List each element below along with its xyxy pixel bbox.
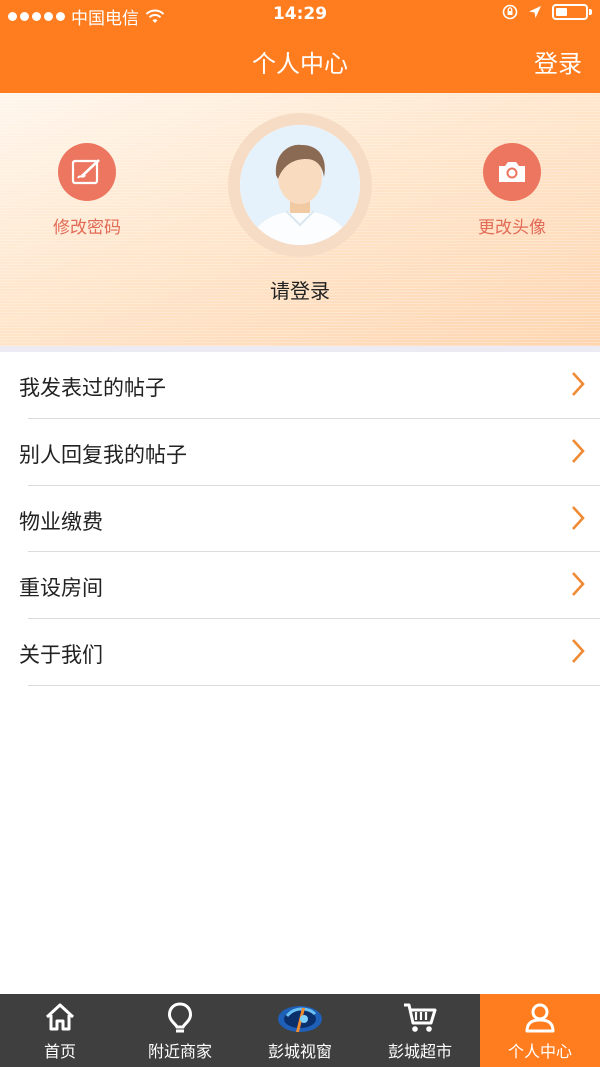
user-icon <box>525 1003 555 1033</box>
tab-label: 彭城超市 <box>387 1042 452 1061</box>
tab-nearby-merchants[interactable]: 附近商家 <box>120 994 240 1067</box>
menu-item-label: 我发表过的帖子 <box>19 376 166 400</box>
page-title: 个人中心 <box>252 50 348 78</box>
menu-item-label: 物业缴费 <box>19 509 103 534</box>
menu-item-reset-room[interactable]: 重设房间 <box>19 552 600 620</box>
login-prompt[interactable]: 请登录 <box>0 275 600 304</box>
chevron-right-icon <box>572 572 585 597</box>
location-arrow-icon <box>529 6 541 18</box>
tab-label: 附近商家 <box>147 1042 212 1061</box>
battery-icon <box>552 4 592 20</box>
menu-item-label: 别人回复我的帖子 <box>19 442 187 467</box>
menu-item-about-us[interactable]: 关于我们 <box>19 619 600 686</box>
status-right <box>502 4 592 20</box>
tab-pengcheng-supermarket[interactable]: 彭城超市 <box>360 994 480 1067</box>
login-button[interactable]: 登录 <box>534 44 582 79</box>
menu-item-label: 重设房间 <box>19 576 103 601</box>
battery-level <box>556 8 567 16</box>
menu-item-my-posts[interactable]: 我发表过的帖子 <box>19 352 600 419</box>
change-password-button[interactable]: 修改密码 <box>17 143 157 238</box>
chevron-right-icon <box>572 438 585 463</box>
camera-icon <box>483 143 541 201</box>
change-avatar-label: 更改头像 <box>478 218 546 238</box>
chevron-right-icon <box>572 372 585 396</box>
menu-item-replies[interactable]: 别人回复我的帖子 <box>19 419 600 486</box>
tab-personal-center[interactable]: 个人中心 <box>480 994 600 1067</box>
chevron-right-icon <box>572 639 585 664</box>
tab-pengcheng-window[interactable]: 彭城视窗 <box>240 994 360 1067</box>
change-password-label: 修改密码 <box>53 218 121 238</box>
menu-item-property-fees[interactable]: 物业缴费 <box>19 486 600 553</box>
tab-home[interactable]: 首页 <box>0 994 120 1067</box>
avatar[interactable] <box>228 113 372 257</box>
status-bar: 中国电信 14:29 <box>0 0 600 30</box>
tab-label: 首页 <box>43 1042 76 1061</box>
rotation-lock-icon <box>502 4 518 20</box>
window-logo-icon <box>278 1006 322 1032</box>
top-bar: 中国电信 14:29 个人中心 登录 <box>0 0 600 93</box>
profile-header: 修改密码 更改头像 请登录 <box>0 93 600 346</box>
tab-bar: 首页 附近商家 彭城视窗 彭城超市 个人中心 <box>0 994 600 1067</box>
tab-label: 彭城视窗 <box>267 1042 332 1061</box>
location-pin-icon <box>167 1002 193 1033</box>
menu-item-label: 关于我们 <box>19 643 103 668</box>
shopping-cart-icon <box>404 1003 437 1032</box>
edit-icon <box>58 143 116 201</box>
default-avatar-image <box>240 125 360 245</box>
menu-list: 我发表过的帖子 别人回复我的帖子 物业缴费 重设房间 关于我们 <box>0 352 600 686</box>
home-icon <box>45 1003 75 1031</box>
change-avatar-button[interactable]: 更改头像 <box>442 143 582 238</box>
chevron-right-icon <box>572 505 585 530</box>
tab-label: 个人中心 <box>507 1042 572 1061</box>
